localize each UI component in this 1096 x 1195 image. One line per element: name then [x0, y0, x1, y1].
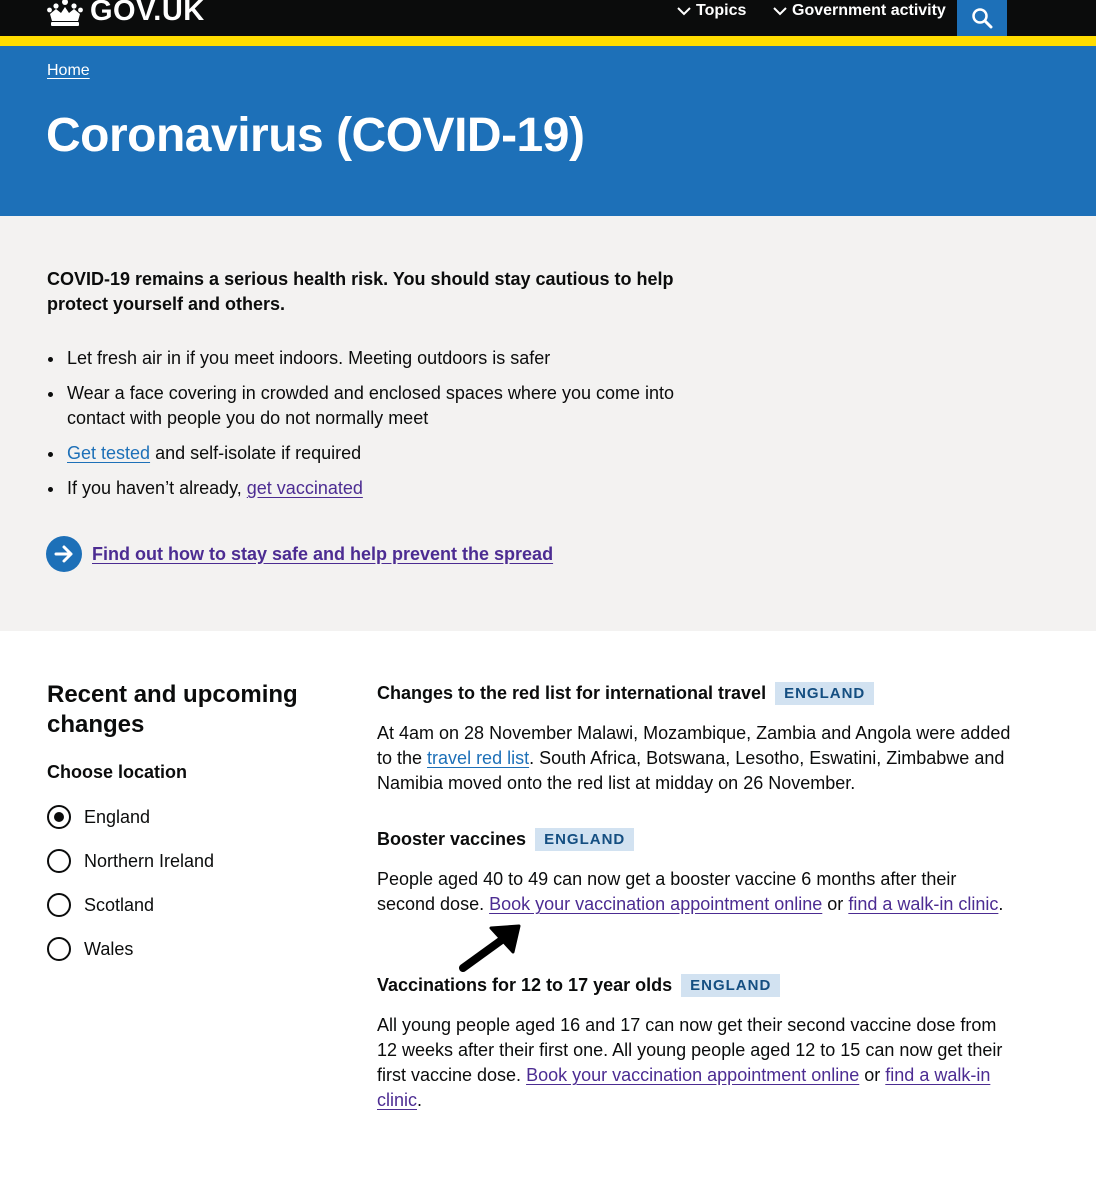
body-text: or — [859, 1065, 886, 1085]
radio-england[interactable]: England — [47, 805, 150, 829]
page-title: Coronavirus (COVID-19) — [46, 109, 585, 162]
bullet-face-covering: Wear a face covering in crowded and encl… — [67, 383, 675, 428]
bullet-self-isolate: and self-isolate if required — [150, 443, 362, 463]
crown-icon — [47, 0, 83, 26]
radio-label: Wales — [84, 938, 134, 959]
radio-label: Northern Ireland — [84, 850, 215, 871]
change-title: Changes to the red list for internationa… — [377, 683, 767, 703]
nav-government-activity-label: Government activity — [792, 2, 946, 19]
bullet-vaccinated-text: If you haven’t already, — [67, 478, 247, 498]
change-title: Booster vaccines — [377, 829, 527, 849]
radio-label: Scotland — [84, 894, 155, 915]
change-body: All young people aged 16 and 17 can now … — [377, 1013, 1017, 1113]
change-title: Vaccinations for 12 to 17 year olds — [377, 975, 673, 995]
logo-text: GOV.UK — [90, 0, 205, 27]
get-tested-link[interactable]: Get tested — [67, 443, 150, 463]
chevron-down-icon — [773, 7, 787, 16]
change-body: People aged 40 to 49 can now get a boost… — [377, 867, 1017, 917]
radio-label: England — [84, 806, 151, 827]
list-item: If you haven’t already, get vaccinated — [47, 476, 697, 501]
radio-scotland[interactable]: Scotland — [47, 893, 154, 917]
list-item: Get tested and self-isolate if required — [47, 441, 697, 466]
radio-wales[interactable]: Wales — [47, 937, 133, 961]
site-header: GOV.UK Topics Government activity — [0, 0, 1096, 36]
stay-safe-cta[interactable]: Find out how to stay safe and help preve… — [46, 536, 553, 572]
chevron-down-icon — [677, 7, 691, 16]
radio-northern-ireland[interactable]: Northern Ireland — [47, 849, 214, 873]
search-button[interactable] — [957, 0, 1007, 36]
body-text: . — [417, 1090, 423, 1110]
body-text: or — [822, 894, 849, 914]
notice-lead: COVID-19 remains a serious health risk. … — [47, 269, 674, 314]
list-item: Let fresh air in if you meet indoors. Me… — [47, 346, 697, 371]
search-icon — [972, 8, 993, 29]
list-item: Wear a face covering in crowded and encl… — [47, 381, 697, 431]
bullet-fresh-air: Let fresh air in if you meet indoors. Me… — [67, 348, 551, 368]
annotation-arrow-icon — [459, 924, 521, 972]
location-tag: ENGLAND — [775, 682, 875, 705]
hero-banner: Home Coronavirus (COVID-19) — [0, 46, 1096, 216]
change-item-booster: Booster vaccines ENGLAND People aged 40 … — [377, 826, 1017, 917]
nav-topics[interactable]: Topics — [677, 2, 746, 20]
nav-topics-label: Topics — [696, 2, 747, 19]
book-vaccination-link[interactable]: Book your vaccination appointment online — [489, 894, 822, 914]
location-tag: ENGLAND — [535, 828, 635, 851]
get-vaccinated-link[interactable]: get vaccinated — [247, 478, 363, 498]
notice-list: Let fresh air in if you meet indoors. Me… — [47, 346, 697, 511]
change-body: At 4am on 28 November Malawi, Mozambique… — [377, 721, 1017, 796]
radio-button[interactable] — [47, 893, 71, 917]
govuk-logo[interactable]: GOV.UK — [46, 0, 205, 28]
radio-button[interactable] — [47, 849, 71, 873]
change-item-12-to-17: Vaccinations for 12 to 17 year olds ENGL… — [377, 972, 1017, 1113]
changes-heading: Recent and upcoming changes — [47, 681, 298, 738]
header-stripe — [0, 36, 1096, 46]
nav-government-activity[interactable]: Government activity — [773, 2, 946, 20]
change-item-red-list: Changes to the red list for internationa… — [377, 680, 1017, 796]
breadcrumb: Home — [47, 62, 90, 80]
travel-red-list-link[interactable]: travel red list — [427, 748, 529, 768]
choose-location-label: Choose location — [47, 762, 188, 782]
radio-button-checked[interactable] — [47, 805, 71, 829]
walk-in-clinic-link[interactable]: find a walk-in clinic — [848, 894, 998, 914]
radio-button[interactable] — [47, 937, 71, 961]
health-notice: COVID-19 remains a serious health risk. … — [0, 216, 1096, 631]
arrow-right-circle-icon — [46, 536, 82, 572]
body-text: . — [998, 894, 1004, 914]
stay-safe-link[interactable]: Find out how to stay safe and help preve… — [92, 544, 553, 565]
location-tag: ENGLAND — [681, 974, 781, 997]
book-vaccination-link[interactable]: Book your vaccination appointment online — [526, 1065, 859, 1085]
breadcrumb-home-link[interactable]: Home — [47, 62, 90, 79]
